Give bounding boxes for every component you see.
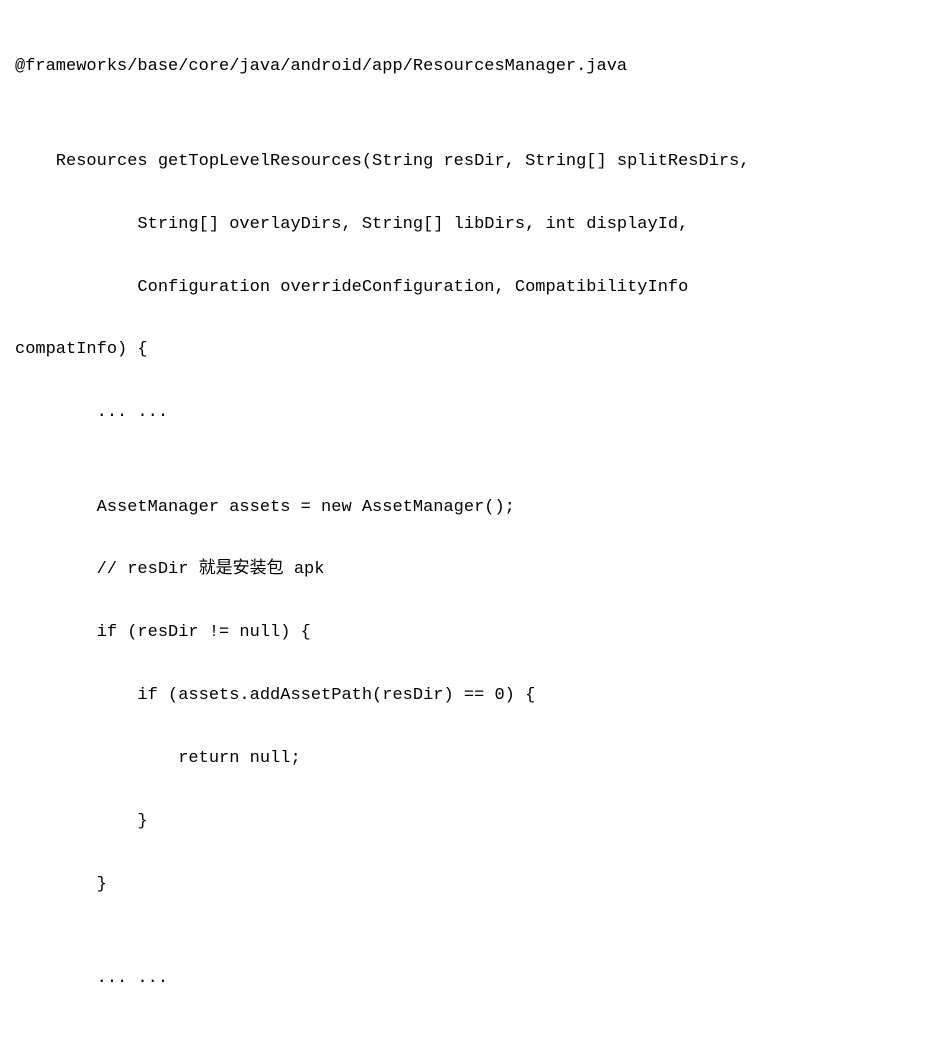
code-line: if (assets.addAssetPath(resDir) == 0) {	[15, 680, 935, 711]
code-line: Resources getTopLevelResources(String re…	[15, 146, 935, 177]
code-line: String[] overlayDirs, String[] libDirs, …	[15, 209, 935, 240]
code-line: AssetManager assets = new AssetManager()…	[15, 492, 935, 523]
code-line: Configuration overrideConfiguration, Com…	[15, 272, 935, 303]
code-line: ... ...	[15, 397, 935, 428]
code-line: return null;	[15, 743, 935, 774]
code-line: compatInfo) {	[15, 334, 935, 365]
code-block: @frameworks/base/core/java/android/app/R…	[0, 0, 950, 1046]
code-line: if (resDir != null) {	[15, 617, 935, 648]
code-line: // resDir 就是安装包 apk	[15, 554, 935, 585]
code-line: }	[15, 869, 935, 900]
code-line: ... ...	[15, 963, 935, 994]
code-line: }	[15, 806, 935, 837]
code-line: @frameworks/base/core/java/android/app/R…	[15, 51, 935, 82]
